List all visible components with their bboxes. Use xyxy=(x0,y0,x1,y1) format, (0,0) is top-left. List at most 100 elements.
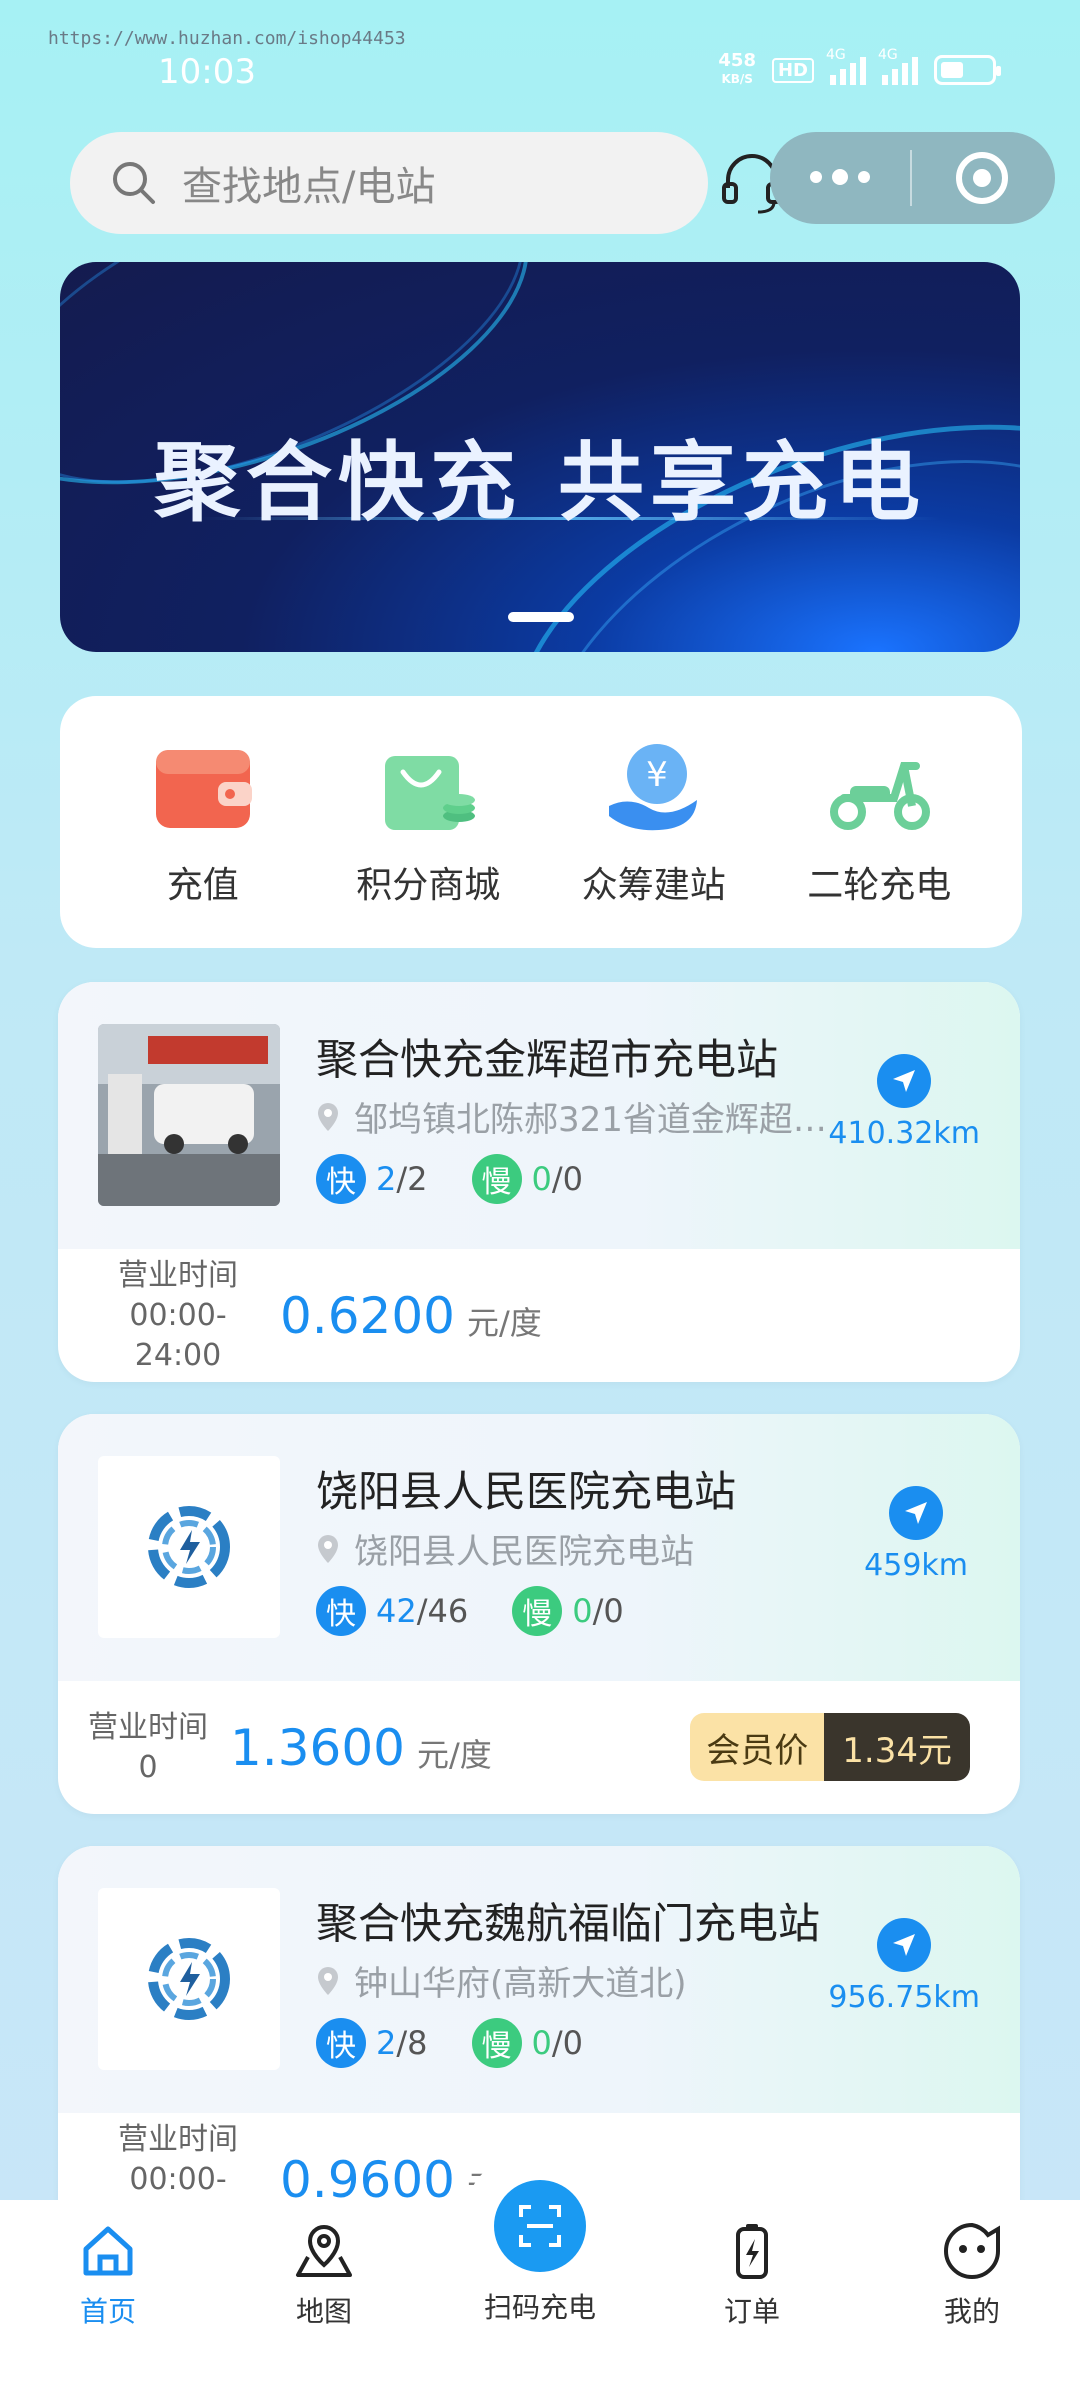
location-pin-icon xyxy=(318,1966,338,1995)
hours-value: 0 xyxy=(138,1749,158,1785)
status-icons: 458 KB/S HD 4G 4G xyxy=(718,47,1001,88)
tab-home[interactable]: 首页 xyxy=(28,2200,188,2330)
station-address-text: 邹坞镇北陈郝321省道金辉超… xyxy=(354,1100,827,1140)
quick-action-points-mall[interactable]: 积分商城 xyxy=(328,736,528,908)
slow-available: 0 xyxy=(531,2024,552,2062)
navigate-button[interactable]: 410.32km xyxy=(828,1054,980,1151)
location-pin-icon xyxy=(318,1534,338,1563)
station-distance: 956.75km xyxy=(828,1980,980,2015)
signal-icon: 4G xyxy=(826,47,866,85)
watermark-text: https://www.huzhan.com/ishop44453 xyxy=(48,28,406,49)
station-address: 饶阳县人民医院充电站 xyxy=(316,1524,694,1573)
charging-logo-icon xyxy=(148,1938,230,2020)
scan-charge-label: 扫码充电 xyxy=(483,2291,596,2324)
station-distance: 410.32km xyxy=(828,1116,980,1151)
station-card[interactable]: 聚合快充金辉超市充电站 邹坞镇北陈郝321省道金辉超… 快 2/2 慢 0/0 … xyxy=(58,982,1020,1382)
tab-orders[interactable]: 订单 xyxy=(672,2200,832,2330)
navigation-arrow-icon xyxy=(893,1070,916,1092)
net-speed: 458 KB/S xyxy=(718,52,756,88)
tab-label: 订单 xyxy=(723,2295,780,2328)
hours-label: 营业时间 xyxy=(118,2121,238,2157)
net-speed-unit: KB/S xyxy=(721,72,753,86)
tab-label: 地图 xyxy=(295,2295,352,2328)
station-name: 饶阳县人民医院充电站 xyxy=(316,1467,737,1516)
station-price: 1.3600 xyxy=(230,1718,405,1777)
navigate-button[interactable]: 956.75km xyxy=(828,1918,980,2015)
hours-value: 00:00-24:00 xyxy=(129,1297,227,1373)
signal-label: 4G xyxy=(826,47,846,63)
station-card[interactable]: 饶阳县人民医院充电站 饶阳县人民医院充电站 快 42/46 慢 0/0 459k… xyxy=(58,1414,1020,1814)
station-distance: 459km xyxy=(864,1548,968,1583)
fast-total: /2 xyxy=(396,1160,428,1198)
promo-banner[interactable]: 聚合快充 共享充电 xyxy=(60,262,1020,652)
price-unit: 元/度 xyxy=(466,1303,542,1342)
hd-icon: HD xyxy=(771,57,814,83)
scan-charge-button[interactable] xyxy=(494,2180,586,2272)
slow-total: /0 xyxy=(551,1160,583,1198)
slow-badge: 慢 xyxy=(471,2018,522,2068)
station-photo xyxy=(98,1024,280,1206)
slow-charger-count: 慢 0/0 xyxy=(512,1586,624,1636)
price-unit: 元/度 xyxy=(416,1735,492,1774)
fast-total: /46 xyxy=(416,1592,469,1630)
banner-indicator xyxy=(508,612,574,622)
hours-label: 营业时间 xyxy=(88,1709,208,1745)
navigation-arrow-icon xyxy=(905,1502,928,1524)
quick-action-crowdfund[interactable]: ¥ 众筹建站 xyxy=(554,736,754,908)
close-target-icon[interactable] xyxy=(956,152,1008,204)
home-icon xyxy=(83,2226,133,2276)
quick-action-recharge[interactable]: 充值 xyxy=(103,736,303,908)
tab-label: 首页 xyxy=(79,2295,136,2328)
quick-action-label: 二轮充电 xyxy=(807,865,952,906)
station-price: 0.6200 xyxy=(280,1286,455,1345)
tab-map[interactable]: 地图 xyxy=(244,2200,404,2330)
quick-action-two-wheel[interactable]: 二轮充电 xyxy=(779,736,979,908)
location-pin-icon xyxy=(318,1102,338,1131)
tab-mine[interactable]: 我的 xyxy=(892,2200,1052,2330)
more-icon[interactable] xyxy=(770,169,910,185)
station-logo xyxy=(98,1456,280,1638)
slow-badge: 慢 xyxy=(512,1586,563,1636)
station-address-text: 钟山华府(高新大道北) xyxy=(354,1964,687,2004)
navigate-button[interactable]: 459km xyxy=(864,1486,968,1583)
miniprogram-capsule xyxy=(770,132,1055,224)
slow-total: /0 xyxy=(592,1592,624,1630)
station-address-text: 饶阳县人民医院充电站 xyxy=(354,1532,694,1572)
station-address: 钟山华府(高新大道北) xyxy=(316,1956,687,2005)
station-name: 聚合快充魏航福临门充电站 xyxy=(316,1899,821,1948)
map-pin-icon xyxy=(296,2224,352,2277)
signal-icon: 4G xyxy=(878,47,918,85)
slow-available: 0 xyxy=(572,1592,593,1630)
navigation-arrow-icon xyxy=(893,1934,916,1956)
fast-available: 2 xyxy=(376,2024,397,2062)
charger-tags: 快 2/2 慢 0/0 xyxy=(316,1154,583,1204)
fast-total: /8 xyxy=(396,2024,428,2062)
quick-action-label: 充值 xyxy=(166,865,239,906)
search-placeholder: 查找地点/电站 xyxy=(182,164,436,210)
scan-icon xyxy=(519,2205,561,2247)
member-price-badge: 会员价 1.34元 xyxy=(690,1713,970,1781)
fast-charger-count: 快 2/2 xyxy=(316,1154,428,1204)
search-input[interactable]: 查找地点/电站 xyxy=(70,132,708,234)
fast-charger-count: 快 42/46 xyxy=(316,1586,468,1636)
fast-available: 42 xyxy=(376,1592,417,1630)
station-address: 邹坞镇北陈郝321省道金辉超… xyxy=(316,1092,827,1141)
scooter-icon xyxy=(830,762,931,830)
battery-icon xyxy=(934,55,1001,85)
member-price-value: 1.34元 xyxy=(824,1713,970,1781)
fast-available: 2 xyxy=(376,1160,397,1198)
slow-available: 0 xyxy=(531,1160,552,1198)
hours-label: 营业时间 xyxy=(118,1257,238,1293)
tab-label: 我的 xyxy=(943,2295,1000,2328)
slow-charger-count: 慢 0/0 xyxy=(471,1154,583,1204)
wallet-icon xyxy=(155,750,252,828)
net-speed-value: 458 xyxy=(718,50,756,71)
shopping-bag-icon xyxy=(385,756,476,830)
quick-actions: 充值 积分商城 ¥ 众筹建站 二轮充电 xyxy=(60,696,1022,948)
signal-label: 4G xyxy=(878,47,898,63)
business-hours: 营业时间 00:00-24:00 xyxy=(88,1256,268,1376)
status-time: 10:03 xyxy=(158,52,256,92)
quick-action-label: 众筹建站 xyxy=(581,865,726,906)
face-icon xyxy=(944,2222,1000,2279)
slow-badge: 慢 xyxy=(471,1154,522,1204)
